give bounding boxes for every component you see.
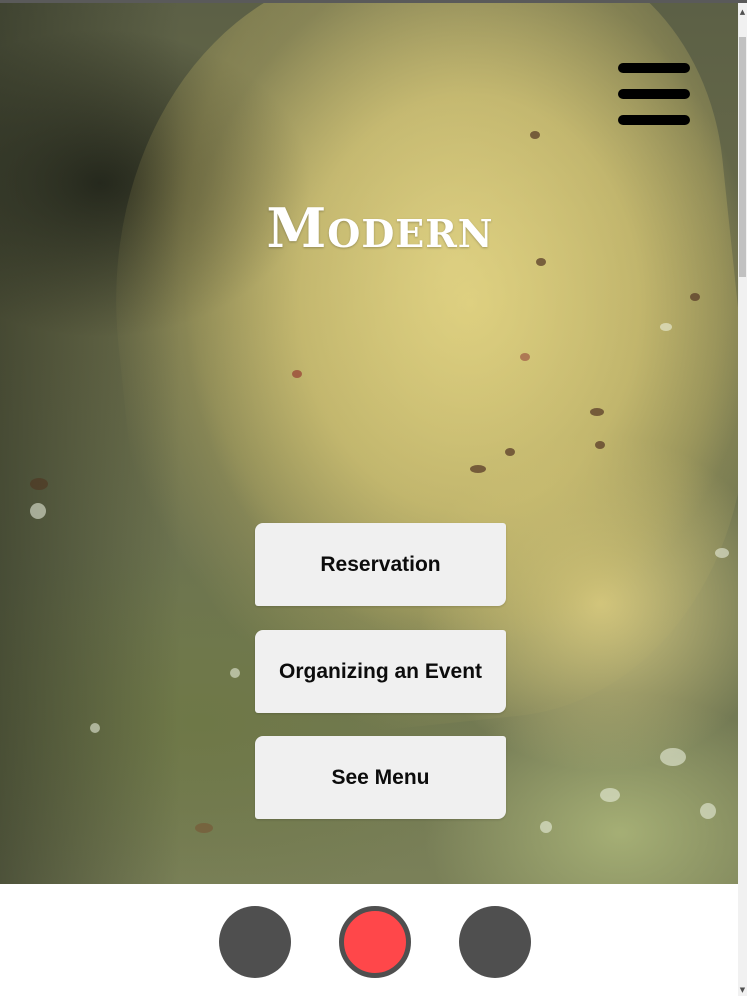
oil-bubble [660,323,672,331]
menu-bar-bottom [618,115,690,125]
pepper-speck [505,448,515,456]
app-window: Modern Reservation Organizing an Event S… [0,0,747,996]
oil-bubble [600,788,620,802]
oil-bubble [90,723,100,733]
pagination-dot-2-active[interactable] [339,906,411,978]
oil-bubble [660,748,686,766]
oil-bubble [230,668,240,678]
hamburger-menu-icon[interactable] [616,59,692,129]
oil-bubble [540,821,552,833]
pepper-speck [30,478,48,490]
pepper-speck [590,408,604,416]
organize-event-button[interactable]: Organizing an Event [255,630,506,713]
pepper-speck [530,131,540,139]
pepper-speck [292,370,302,378]
scrollbar-thumb[interactable] [739,37,746,277]
menu-bar-middle [618,89,690,99]
pepper-speck [520,353,530,361]
vertical-scrollbar[interactable]: ▲ ▼ [738,3,747,996]
brand-title: Modern [266,196,494,260]
pepper-speck [690,293,700,301]
pepper-speck [195,823,213,833]
scroll-down-arrow-icon[interactable]: ▼ [739,985,746,995]
pepper-speck [595,441,605,449]
oil-bubble [700,803,716,819]
oil-bubble [715,548,729,558]
pagination-bar [0,884,740,996]
pagination-dot-3[interactable] [459,906,531,978]
pepper-speck [470,465,486,473]
scroll-up-arrow-icon[interactable]: ▲ [739,7,746,17]
see-menu-button[interactable]: See Menu [255,736,506,819]
reservation-button[interactable]: Reservation [255,523,506,606]
oil-bubble [30,503,46,519]
photo-shadow [0,3,180,884]
pagination-dot-1[interactable] [219,906,291,978]
menu-bar-top [618,63,690,73]
